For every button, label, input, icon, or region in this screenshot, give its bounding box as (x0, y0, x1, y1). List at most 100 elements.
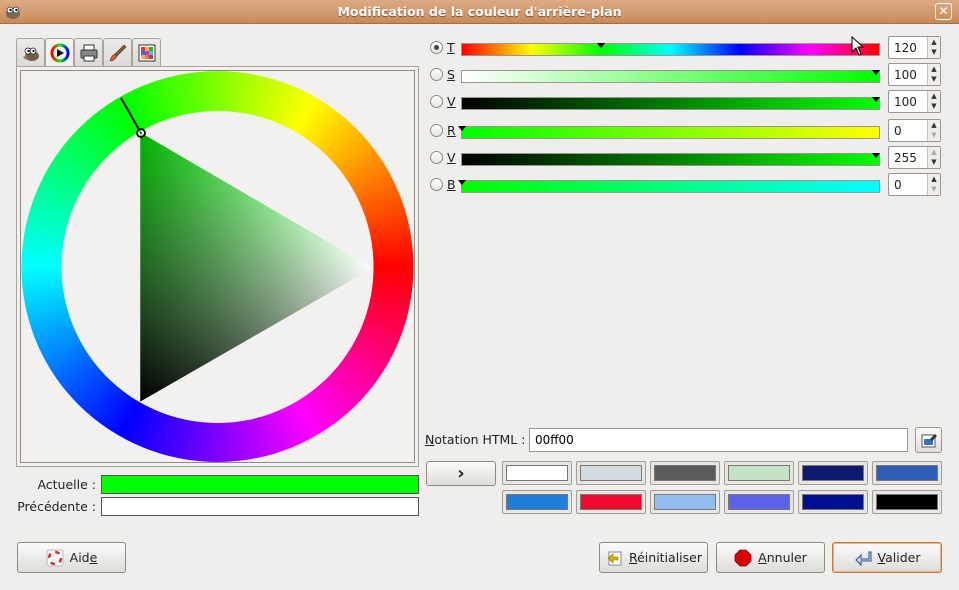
tab-watercolor-selector[interactable] (103, 38, 132, 66)
reset-button-label: Réinitialiser (628, 550, 702, 565)
reset-button[interactable]: Réinitialiser (599, 542, 708, 573)
spin-down-icon[interactable]: ▼ (928, 101, 940, 111)
history-color-swatch[interactable] (650, 461, 720, 485)
tab-cmyk-selector[interactable] (74, 38, 103, 66)
spin-up-icon[interactable]: ▲ (928, 120, 940, 130)
reset-icon (607, 551, 622, 565)
channel-row-hue: T 120 ▲ ▼ (428, 36, 944, 59)
lifebuoy-icon (46, 549, 64, 566)
blue-spinbutton[interactable]: 0 ▲ ▼ (888, 173, 941, 196)
blue-radio[interactable] (430, 178, 443, 191)
value-slider[interactable] (461, 97, 880, 110)
spin-down-icon[interactable]: ▼ (928, 157, 940, 167)
hue-slider-marker[interactable] (597, 43, 605, 48)
cancel-button-label: Annuler (758, 550, 807, 565)
saturation-slider-marker[interactable] (872, 70, 880, 75)
red-radio[interactable] (430, 124, 443, 137)
green-slider-marker[interactable] (872, 153, 880, 158)
history-color-swatch[interactable] (872, 490, 942, 514)
history-color-swatch[interactable] (872, 461, 942, 485)
selector-tabs (16, 38, 161, 67)
blue-slider-marker[interactable] (458, 180, 466, 185)
history-color-swatch[interactable] (724, 490, 794, 514)
channel-row-value: V 100 ▲ ▼ (428, 90, 944, 113)
wheel-panel (16, 66, 419, 467)
ok-button[interactable]: Valider (832, 542, 942, 573)
red-value[interactable]: 0 (894, 124, 902, 138)
spin-down-icon[interactable]: ▼ (928, 47, 940, 57)
eyedropper-icon (921, 434, 937, 448)
red-slider[interactable] (458, 126, 880, 139)
spin-up-icon[interactable]: ▲ (928, 174, 940, 184)
history-color-swatch[interactable] (502, 461, 572, 485)
html-notation-label: Notation HTML : (425, 432, 526, 447)
history-color-swatch[interactable] (650, 490, 720, 514)
chevron-right-icon: › (457, 462, 465, 484)
cancel-button[interactable]: Annuler (716, 542, 825, 573)
tab-gimp-selector[interactable] (16, 38, 45, 66)
red-spinbutton[interactable]: 0 ▲ ▼ (888, 119, 941, 142)
blue-slider[interactable] (458, 180, 880, 193)
history-color-swatch[interactable] (798, 461, 868, 485)
green-label: V (447, 150, 456, 165)
saturation-slider[interactable] (461, 70, 880, 83)
mouse-cursor-icon (851, 36, 865, 56)
green-spinbutton[interactable]: 255 ▲ ▼ (888, 146, 941, 169)
saturation-spinbutton[interactable]: 100 ▲ ▼ (888, 63, 941, 86)
history-color-swatch[interactable] (502, 490, 572, 514)
history-color-swatch[interactable] (724, 461, 794, 485)
value-spinbutton[interactable]: 100 ▲ ▼ (888, 90, 941, 113)
ok-button-label: Valider (877, 550, 921, 565)
spin-down-icon[interactable]: ▼ (928, 184, 940, 194)
blue-value[interactable]: 0 (894, 178, 902, 192)
hue-value[interactable]: 120 (894, 41, 917, 55)
add-to-history-button[interactable]: › (426, 461, 496, 486)
green-slider[interactable] (461, 153, 880, 166)
html-notation-input[interactable] (529, 428, 908, 452)
enter-arrow-icon (854, 551, 872, 566)
saturation-radio[interactable] (430, 68, 443, 81)
previous-color-label: Précédente : (17, 499, 96, 514)
tab-palette-selector[interactable] (132, 38, 161, 66)
color-wheel-icon (50, 43, 69, 63)
spin-down-icon[interactable]: ▼ (928, 130, 940, 140)
green-value[interactable]: 255 (894, 151, 917, 165)
window-title: Modification de la couleur d'arrière-pla… (337, 4, 622, 19)
color-wheel-area[interactable] (20, 70, 415, 463)
spin-up-icon[interactable]: ▲ (928, 37, 940, 47)
green-radio[interactable] (430, 151, 443, 164)
tab-wheel-selector[interactable] (45, 38, 74, 67)
saturation-label: S (447, 67, 455, 82)
help-button[interactable]: Aide (17, 542, 126, 573)
spin-down-icon[interactable]: ▼ (928, 74, 940, 84)
blue-label: B (447, 177, 456, 192)
history-color-swatch[interactable] (798, 490, 868, 514)
value-slider-marker[interactable] (872, 97, 880, 102)
red-slider-marker[interactable] (458, 126, 466, 131)
gimp-wilber-icon (22, 47, 39, 61)
hue-radio[interactable] (430, 41, 443, 54)
spin-up-icon[interactable]: ▲ (928, 147, 940, 157)
value-value[interactable]: 100 (894, 95, 917, 109)
hue-slider[interactable] (461, 43, 880, 56)
color-picker-button[interactable] (915, 427, 942, 453)
history-color-swatch[interactable] (576, 461, 646, 485)
help-button-label: Aide (69, 550, 98, 565)
stop-icon (734, 549, 752, 566)
value-radio[interactable] (430, 95, 443, 108)
channel-row-blue: B 0 ▲ ▼ (428, 173, 944, 196)
channel-row-saturation: S 100 ▲ ▼ (428, 63, 944, 86)
hsv-triangle-wheel[interactable] (21, 71, 414, 462)
channel-row-green: V 255 ▲ ▼ (428, 146, 944, 169)
brush-icon (109, 44, 126, 61)
spin-up-icon[interactable]: ▲ (928, 64, 940, 74)
saturation-value[interactable]: 100 (894, 68, 917, 82)
spin-up-icon[interactable]: ▲ (928, 91, 940, 101)
close-button[interactable]: ✕ (935, 3, 952, 20)
printer-icon (80, 44, 97, 61)
channel-row-red: R 0 ▲ ▼ (428, 119, 944, 142)
title-bar: Modification de la couleur d'arrière-pla… (0, 0, 959, 24)
hue-spinbutton[interactable]: 120 ▲ ▼ (888, 36, 941, 59)
history-color-swatch[interactable] (576, 490, 646, 514)
value-label: V (447, 94, 456, 109)
